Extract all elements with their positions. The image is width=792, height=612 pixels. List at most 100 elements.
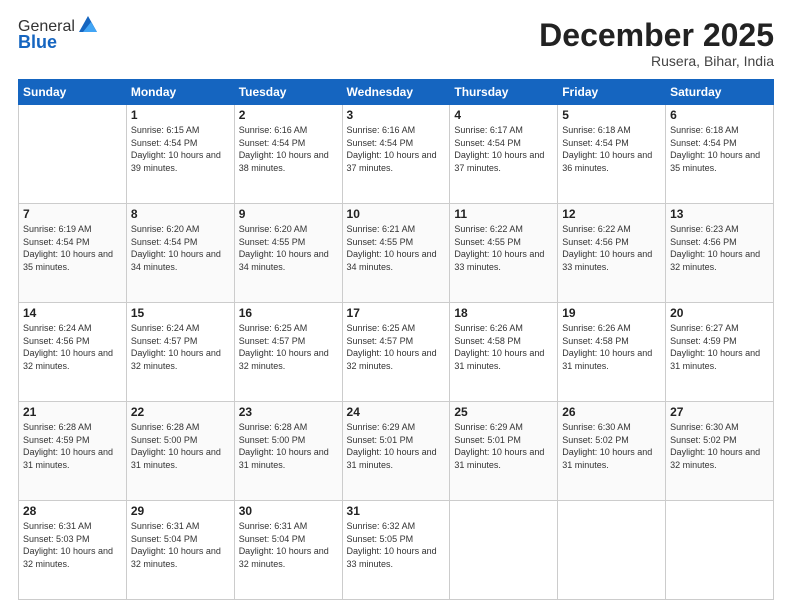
calendar-week-row: 28 Sunrise: 6:31 AM Sunset: 5:03 PM Dayl… bbox=[19, 501, 774, 600]
month-title: December 2025 bbox=[539, 18, 774, 53]
cell-sunrise: Sunrise: 6:31 AM bbox=[131, 520, 230, 533]
cell-day-number: 17 bbox=[347, 306, 446, 320]
calendar-week-row: 1 Sunrise: 6:15 AM Sunset: 4:54 PM Dayli… bbox=[19, 105, 774, 204]
table-row bbox=[558, 501, 666, 600]
cell-day-number: 23 bbox=[239, 405, 338, 419]
table-row: 22 Sunrise: 6:28 AM Sunset: 5:00 PM Dayl… bbox=[126, 402, 234, 501]
cell-info: Sunrise: 6:32 AM Sunset: 5:05 PM Dayligh… bbox=[347, 520, 446, 570]
cell-sunrise: Sunrise: 6:20 AM bbox=[239, 223, 338, 236]
cell-sunset: Sunset: 4:59 PM bbox=[23, 434, 122, 447]
col-tuesday: Tuesday bbox=[234, 80, 342, 105]
cell-sunset: Sunset: 4:54 PM bbox=[670, 137, 769, 150]
cell-sunrise: Sunrise: 6:19 AM bbox=[23, 223, 122, 236]
cell-day-number: 11 bbox=[454, 207, 553, 221]
cell-daylight: Daylight: 10 hours and 32 minutes. bbox=[23, 347, 122, 372]
cell-day-number: 19 bbox=[562, 306, 661, 320]
cell-day-number: 22 bbox=[131, 405, 230, 419]
cell-sunset: Sunset: 5:01 PM bbox=[347, 434, 446, 447]
cell-info: Sunrise: 6:28 AM Sunset: 5:00 PM Dayligh… bbox=[239, 421, 338, 471]
cell-sunrise: Sunrise: 6:28 AM bbox=[239, 421, 338, 434]
col-saturday: Saturday bbox=[666, 80, 774, 105]
cell-sunset: Sunset: 4:57 PM bbox=[347, 335, 446, 348]
cell-sunrise: Sunrise: 6:23 AM bbox=[670, 223, 769, 236]
cell-daylight: Daylight: 10 hours and 34 minutes. bbox=[347, 248, 446, 273]
cell-info: Sunrise: 6:23 AM Sunset: 4:56 PM Dayligh… bbox=[670, 223, 769, 273]
table-row: 3 Sunrise: 6:16 AM Sunset: 4:54 PM Dayli… bbox=[342, 105, 450, 204]
cell-info: Sunrise: 6:31 AM Sunset: 5:04 PM Dayligh… bbox=[239, 520, 338, 570]
cell-daylight: Daylight: 10 hours and 36 minutes. bbox=[562, 149, 661, 174]
cell-sunset: Sunset: 5:03 PM bbox=[23, 533, 122, 546]
cell-info: Sunrise: 6:18 AM Sunset: 4:54 PM Dayligh… bbox=[562, 124, 661, 174]
cell-sunset: Sunset: 5:05 PM bbox=[347, 533, 446, 546]
cell-info: Sunrise: 6:31 AM Sunset: 5:03 PM Dayligh… bbox=[23, 520, 122, 570]
cell-sunset: Sunset: 5:01 PM bbox=[454, 434, 553, 447]
title-block: December 2025 Rusera, Bihar, India bbox=[539, 18, 774, 69]
table-row: 6 Sunrise: 6:18 AM Sunset: 4:54 PM Dayli… bbox=[666, 105, 774, 204]
cell-info: Sunrise: 6:27 AM Sunset: 4:59 PM Dayligh… bbox=[670, 322, 769, 372]
table-row: 9 Sunrise: 6:20 AM Sunset: 4:55 PM Dayli… bbox=[234, 204, 342, 303]
cell-daylight: Daylight: 10 hours and 38 minutes. bbox=[239, 149, 338, 174]
cell-day-number: 31 bbox=[347, 504, 446, 518]
cell-sunrise: Sunrise: 6:26 AM bbox=[454, 322, 553, 335]
cell-info: Sunrise: 6:24 AM Sunset: 4:57 PM Dayligh… bbox=[131, 322, 230, 372]
table-row: 13 Sunrise: 6:23 AM Sunset: 4:56 PM Dayl… bbox=[666, 204, 774, 303]
location-subtitle: Rusera, Bihar, India bbox=[539, 53, 774, 69]
cell-sunrise: Sunrise: 6:30 AM bbox=[562, 421, 661, 434]
cell-sunset: Sunset: 4:57 PM bbox=[131, 335, 230, 348]
cell-sunrise: Sunrise: 6:18 AM bbox=[562, 124, 661, 137]
cell-info: Sunrise: 6:20 AM Sunset: 4:54 PM Dayligh… bbox=[131, 223, 230, 273]
cell-info: Sunrise: 6:22 AM Sunset: 4:55 PM Dayligh… bbox=[454, 223, 553, 273]
cell-day-number: 12 bbox=[562, 207, 661, 221]
cell-sunset: Sunset: 4:56 PM bbox=[23, 335, 122, 348]
cell-day-number: 25 bbox=[454, 405, 553, 419]
cell-daylight: Daylight: 10 hours and 34 minutes. bbox=[239, 248, 338, 273]
cell-sunrise: Sunrise: 6:16 AM bbox=[239, 124, 338, 137]
cell-day-number: 20 bbox=[670, 306, 769, 320]
cell-sunrise: Sunrise: 6:29 AM bbox=[347, 421, 446, 434]
logo: General Blue bbox=[18, 18, 99, 53]
cell-daylight: Daylight: 10 hours and 32 minutes. bbox=[131, 545, 230, 570]
cell-sunset: Sunset: 4:54 PM bbox=[131, 137, 230, 150]
cell-sunrise: Sunrise: 6:20 AM bbox=[131, 223, 230, 236]
table-row: 5 Sunrise: 6:18 AM Sunset: 4:54 PM Dayli… bbox=[558, 105, 666, 204]
cell-day-number: 7 bbox=[23, 207, 122, 221]
table-row: 16 Sunrise: 6:25 AM Sunset: 4:57 PM Dayl… bbox=[234, 303, 342, 402]
cell-sunrise: Sunrise: 6:29 AM bbox=[454, 421, 553, 434]
cell-sunrise: Sunrise: 6:21 AM bbox=[347, 223, 446, 236]
cell-day-number: 27 bbox=[670, 405, 769, 419]
table-row: 4 Sunrise: 6:17 AM Sunset: 4:54 PM Dayli… bbox=[450, 105, 558, 204]
cell-sunrise: Sunrise: 6:15 AM bbox=[131, 124, 230, 137]
cell-sunrise: Sunrise: 6:26 AM bbox=[562, 322, 661, 335]
cell-sunrise: Sunrise: 6:24 AM bbox=[23, 322, 122, 335]
cell-day-number: 26 bbox=[562, 405, 661, 419]
cell-sunrise: Sunrise: 6:17 AM bbox=[454, 124, 553, 137]
cell-info: Sunrise: 6:16 AM Sunset: 4:54 PM Dayligh… bbox=[239, 124, 338, 174]
table-row: 1 Sunrise: 6:15 AM Sunset: 4:54 PM Dayli… bbox=[126, 105, 234, 204]
table-row: 26 Sunrise: 6:30 AM Sunset: 5:02 PM Dayl… bbox=[558, 402, 666, 501]
cell-day-number: 28 bbox=[23, 504, 122, 518]
cell-sunset: Sunset: 4:54 PM bbox=[347, 137, 446, 150]
cell-info: Sunrise: 6:30 AM Sunset: 5:02 PM Dayligh… bbox=[670, 421, 769, 471]
cell-day-number: 9 bbox=[239, 207, 338, 221]
cell-info: Sunrise: 6:31 AM Sunset: 5:04 PM Dayligh… bbox=[131, 520, 230, 570]
col-wednesday: Wednesday bbox=[342, 80, 450, 105]
cell-daylight: Daylight: 10 hours and 31 minutes. bbox=[347, 446, 446, 471]
table-row: 30 Sunrise: 6:31 AM Sunset: 5:04 PM Dayl… bbox=[234, 501, 342, 600]
cell-info: Sunrise: 6:20 AM Sunset: 4:55 PM Dayligh… bbox=[239, 223, 338, 273]
logo-icon bbox=[77, 14, 99, 36]
cell-info: Sunrise: 6:26 AM Sunset: 4:58 PM Dayligh… bbox=[454, 322, 553, 372]
table-row bbox=[19, 105, 127, 204]
cell-sunset: Sunset: 4:54 PM bbox=[562, 137, 661, 150]
table-row: 12 Sunrise: 6:22 AM Sunset: 4:56 PM Dayl… bbox=[558, 204, 666, 303]
cell-day-number: 10 bbox=[347, 207, 446, 221]
cell-sunrise: Sunrise: 6:25 AM bbox=[347, 322, 446, 335]
cell-info: Sunrise: 6:19 AM Sunset: 4:54 PM Dayligh… bbox=[23, 223, 122, 273]
cell-sunrise: Sunrise: 6:30 AM bbox=[670, 421, 769, 434]
cell-sunset: Sunset: 5:04 PM bbox=[131, 533, 230, 546]
cell-sunset: Sunset: 4:59 PM bbox=[670, 335, 769, 348]
table-row bbox=[450, 501, 558, 600]
cell-info: Sunrise: 6:29 AM Sunset: 5:01 PM Dayligh… bbox=[454, 421, 553, 471]
cell-day-number: 21 bbox=[23, 405, 122, 419]
cell-daylight: Daylight: 10 hours and 31 minutes. bbox=[454, 446, 553, 471]
cell-daylight: Daylight: 10 hours and 32 minutes. bbox=[347, 347, 446, 372]
